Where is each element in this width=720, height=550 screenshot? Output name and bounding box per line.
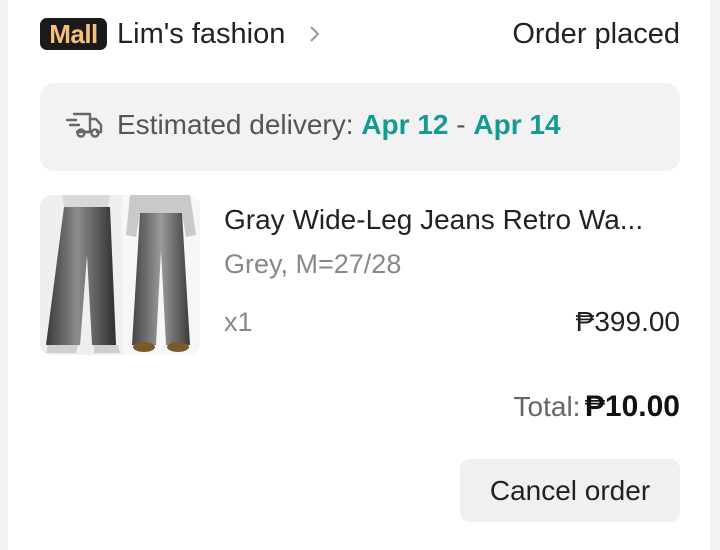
delivery-text: Estimated delivery: Apr 12 - Apr 14: [117, 107, 561, 143]
order-total: Total: ₱10.00: [514, 388, 680, 431]
jeans-image-icon: [40, 195, 200, 355]
delivery-start-date: Apr 12: [361, 109, 449, 140]
total-value: ₱10.00: [584, 390, 680, 423]
chevron-right-icon[interactable]: [304, 22, 326, 46]
estimated-delivery-panel: Estimated delivery: Apr 12 - Apr 14: [40, 83, 680, 171]
mall-badge: Mall: [40, 18, 107, 50]
total-label: Total:: [513, 391, 581, 422]
product-title[interactable]: Gray Wide-Leg Jeans Retro Wa...: [224, 202, 643, 238]
product-variant: Grey, M=27/28: [224, 249, 402, 279]
order-header: Mall Lim's fashion Order placed: [40, 14, 680, 56]
order-status: Order placed: [512, 18, 680, 50]
product-thumbnail[interactable]: [40, 195, 200, 355]
delivery-end-date: Apr 14: [473, 109, 561, 140]
delivery-label: Estimated delivery:: [117, 109, 354, 140]
product-quantity: x1: [224, 307, 253, 337]
product-price: ₱399.00: [575, 306, 680, 337]
order-card: Mall Lim's fashion Order placed Estimate…: [8, 0, 710, 550]
cancel-order-button[interactable]: Cancel order: [460, 459, 680, 522]
shop-name-link[interactable]: Lim's fashion: [117, 16, 285, 52]
delivery-date-separator: -: [456, 109, 466, 140]
truck-icon: [65, 112, 103, 138]
